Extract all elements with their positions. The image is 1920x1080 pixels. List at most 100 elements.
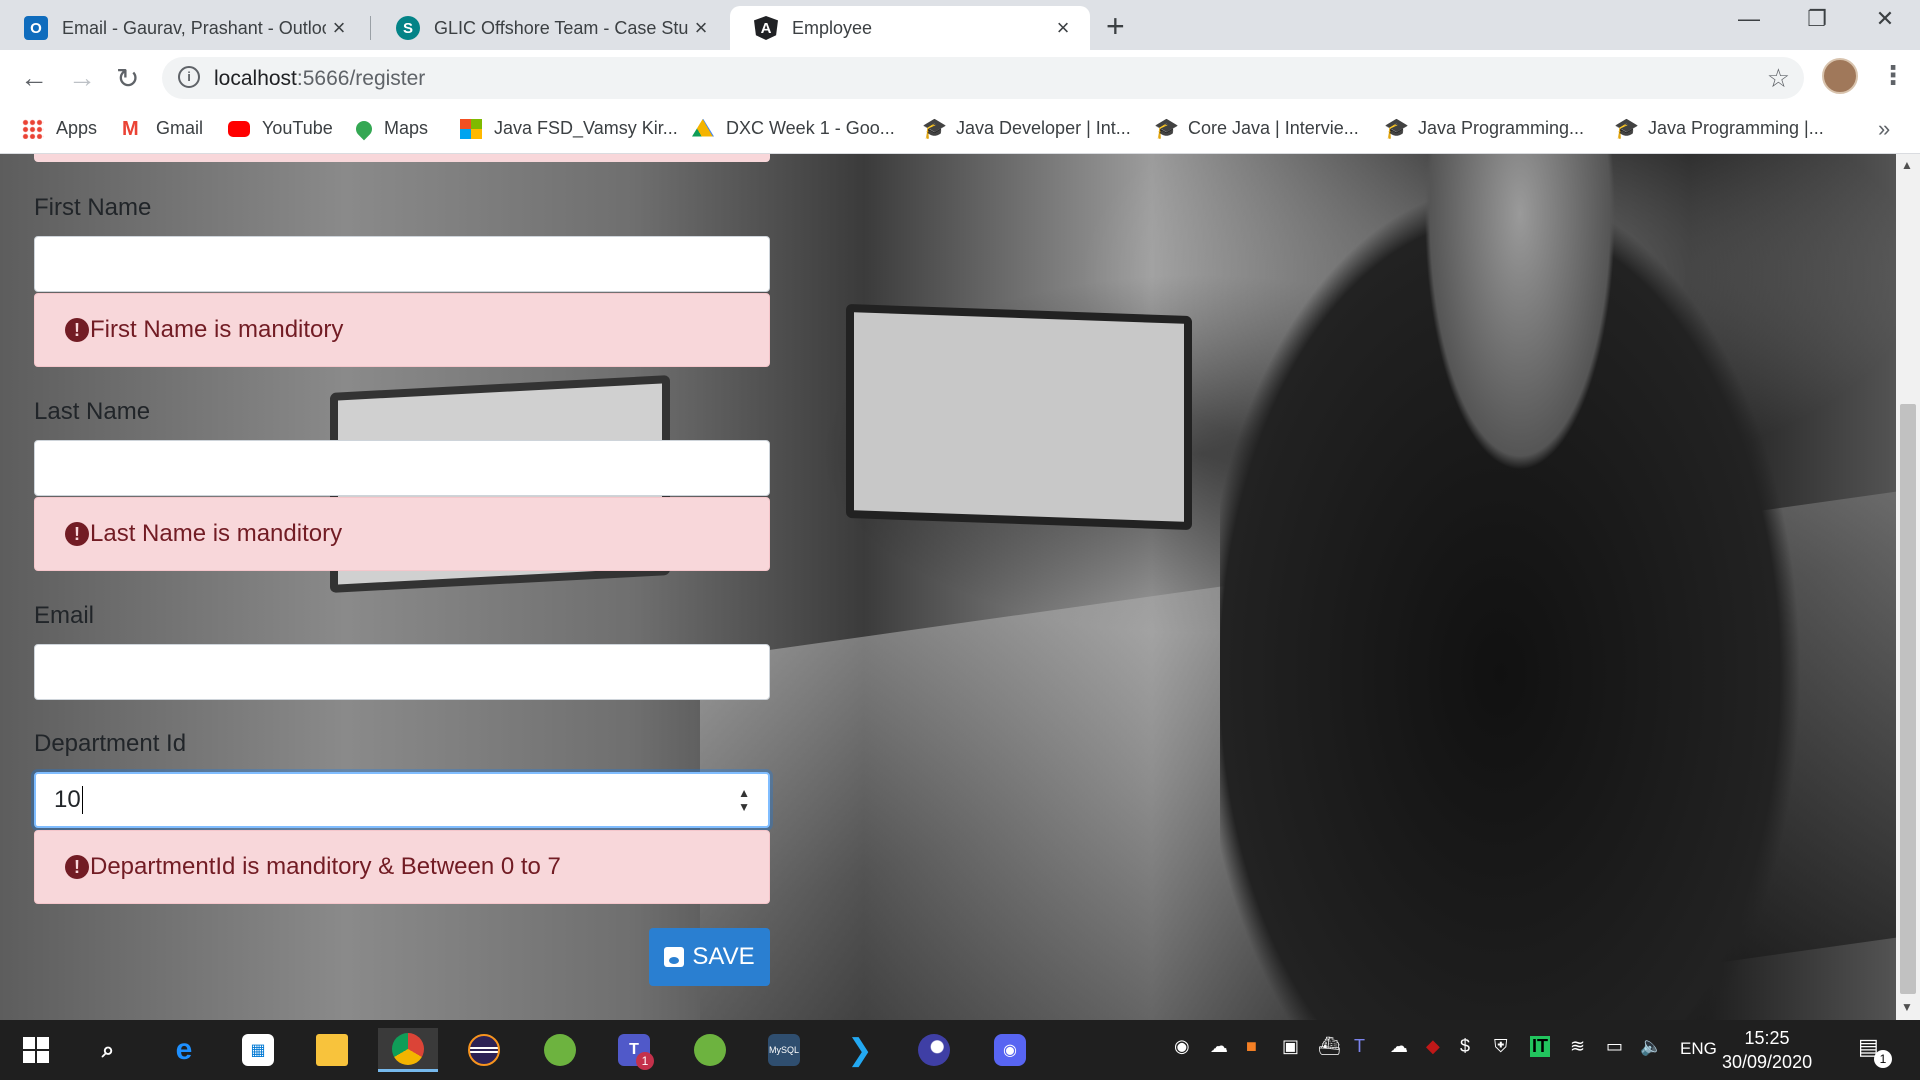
browser-toolbar: ← → ↻ i localhost:5666/register ☆ ⋮ [0, 50, 1920, 106]
minimize-button[interactable]: — [1720, 6, 1778, 32]
back-button[interactable]: ← [20, 62, 48, 94]
docker-tray-icon[interactable]: ⛴ [1318, 1036, 1341, 1057]
bookmark-apps[interactable]: Apps [22, 118, 97, 139]
page-scrollbar[interactable]: ▲ ▼ [1896, 154, 1920, 1020]
taskbar-spring-1[interactable] [530, 1028, 590, 1072]
bookmark-maps[interactable]: Maps [352, 117, 428, 140]
notification-center-button[interactable]: ▤ 1 [1858, 1034, 1892, 1068]
taskbar-chrome[interactable] [378, 1028, 438, 1072]
bookmark-java-programming-1[interactable]: 🎓 Java Programming... [1384, 118, 1584, 139]
last-name-error-alert: ! Last Name is manditory [34, 497, 770, 571]
microsoft-icon [460, 118, 482, 139]
bookmarks-overflow-icon[interactable]: » [1878, 116, 1890, 142]
tab-title: Email - Gaurav, Prashant - Outlook [62, 17, 326, 38]
first-name-label: First Name [34, 194, 152, 221]
bookmark-java-fsd[interactable]: Java FSD_Vamsy Kir... [460, 118, 678, 139]
language-indicator[interactable]: ENG [1680, 1039, 1717, 1059]
cloud-sync-tray-icon[interactable]: ☁ [1210, 1036, 1228, 1057]
previous-alert-edge [34, 154, 770, 162]
taskbar-explorer[interactable] [302, 1028, 362, 1072]
site-info-icon[interactable]: i [178, 66, 200, 88]
tab-employee[interactable]: A Employee × [730, 6, 1090, 50]
taskbar-mysql[interactable]: MySQL [754, 1028, 814, 1072]
spring-icon [694, 1034, 726, 1066]
scrollbar-thumb[interactable] [1900, 404, 1916, 994]
close-icon[interactable]: × [688, 15, 714, 41]
document-tray-icon[interactable]: ▣ [1282, 1036, 1299, 1057]
department-id-input[interactable]: 10 ▲ ▼ [34, 772, 770, 828]
first-name-input[interactable] [34, 236, 770, 292]
bookmark-gmail[interactable]: M Gmail [122, 118, 203, 139]
reload-button[interactable]: ↻ [116, 62, 139, 95]
search-button[interactable]: ⌕ [78, 1028, 138, 1072]
discord-tray-icon[interactable]: ◉ [1174, 1036, 1190, 1057]
taskbar-teams[interactable]: T 1 [604, 1028, 664, 1072]
chrome-icon [392, 1032, 424, 1065]
dollar-tray-icon[interactable]: $ [1460, 1036, 1470, 1057]
graduation-cap-icon: 🎓 [922, 117, 947, 140]
taskbar-store[interactable]: ▦ [228, 1028, 288, 1072]
mcafee-tray-icon[interactable]: ◆ [1426, 1036, 1440, 1057]
battery-icon[interactable]: ▭ [1606, 1036, 1623, 1057]
teams-tray-icon[interactable]: T [1354, 1036, 1365, 1057]
moon-app-icon [918, 1034, 950, 1066]
notification-count: 1 [1874, 1050, 1892, 1068]
clock-date: 30/09/2020 [1722, 1052, 1813, 1072]
address-bar[interactable]: i localhost:5666/register ☆ [162, 57, 1804, 99]
bookmark-java-programming-2[interactable]: 🎓 Java Programming |... [1614, 118, 1824, 139]
email-label: Email [34, 602, 95, 629]
volume-icon[interactable]: 🔈 [1640, 1036, 1662, 1057]
edge-icon: e [175, 1033, 193, 1066]
app-tray-icon[interactable]: ■ [1246, 1036, 1257, 1057]
last-name-label: Last Name [34, 398, 151, 425]
angular-icon: A [754, 16, 778, 40]
onedrive-tray-icon[interactable]: ☁ [1390, 1036, 1408, 1057]
tab-outlook[interactable]: O Email - Gaurav, Prashant - Outlook × [0, 6, 366, 50]
chrome-menu-icon[interactable]: ⋮ [1880, 60, 1906, 91]
taskbar-app-circle[interactable] [904, 1028, 964, 1072]
close-icon[interactable]: × [326, 15, 352, 41]
system-clock[interactable]: 15:25 30/09/2020 [1722, 1026, 1812, 1074]
taskbar-edge[interactable]: e [154, 1028, 214, 1072]
intellij-tray-icon[interactable]: IT [1530, 1036, 1550, 1057]
save-button[interactable]: SAVE [649, 928, 770, 986]
department-id-error-alert: ! DepartmentId is manditory & Between 0 … [34, 830, 770, 904]
search-icon: ⌕ [101, 1037, 115, 1062]
scroll-up-icon[interactable]: ▲ [1901, 158, 1913, 172]
taskbar-discord[interactable]: ◉ [980, 1028, 1040, 1072]
taskbar-spring-2[interactable] [680, 1028, 740, 1072]
email-input[interactable] [34, 644, 770, 700]
store-icon: ▦ [242, 1034, 274, 1066]
wifi-icon[interactable]: ≋ [1570, 1036, 1585, 1057]
scroll-down-icon[interactable]: ▼ [1901, 1000, 1913, 1014]
last-name-input[interactable] [34, 440, 770, 496]
number-spinner[interactable]: ▲ ▼ [738, 786, 750, 814]
restore-button[interactable]: ❐ [1788, 6, 1846, 32]
first-name-error-alert: ! First Name is manditory [34, 293, 770, 367]
eclipse-icon [468, 1034, 500, 1066]
close-icon[interactable]: × [1050, 15, 1076, 41]
first-name-error-text: First Name is manditory [90, 316, 344, 343]
department-id-error-text: DepartmentId is manditory & Between 0 to… [90, 853, 561, 880]
bookmark-youtube[interactable]: YouTube [228, 118, 333, 139]
profile-avatar[interactable] [1822, 58, 1858, 94]
bookmarks-bar: Apps M Gmail YouTube Maps Java FSD_Vamsy… [0, 106, 1920, 154]
bookmark-dxc-week[interactable]: DXC Week 1 - Goo... [692, 118, 895, 139]
taskbar-eclipse[interactable] [454, 1028, 514, 1072]
bookmark-core-java[interactable]: 🎓 Core Java | Intervie... [1154, 118, 1359, 139]
bookmark-java-developer[interactable]: 🎓 Java Developer | Int... [922, 118, 1131, 139]
forward-button[interactable]: → [68, 62, 96, 94]
url-text[interactable]: localhost:5666/register [214, 67, 425, 91]
taskbar-vscode[interactable]: ❯ [830, 1028, 890, 1072]
start-button[interactable] [6, 1028, 66, 1072]
graduation-cap-icon: 🎓 [1384, 117, 1409, 140]
new-tab-button[interactable]: + [1106, 8, 1125, 45]
text-caret [81, 786, 83, 814]
defender-tray-icon[interactable]: ⛨ [1494, 1036, 1508, 1057]
spinner-down-icon[interactable]: ▼ [738, 800, 750, 814]
tab-sharepoint[interactable]: S GLIC Offshore Team - Case Study × [372, 6, 728, 50]
spinner-up-icon[interactable]: ▲ [738, 786, 750, 800]
window-close-button[interactable]: ✕ [1856, 6, 1914, 32]
bookmark-star-icon[interactable]: ☆ [1767, 63, 1790, 94]
gmail-icon: M [122, 117, 139, 140]
